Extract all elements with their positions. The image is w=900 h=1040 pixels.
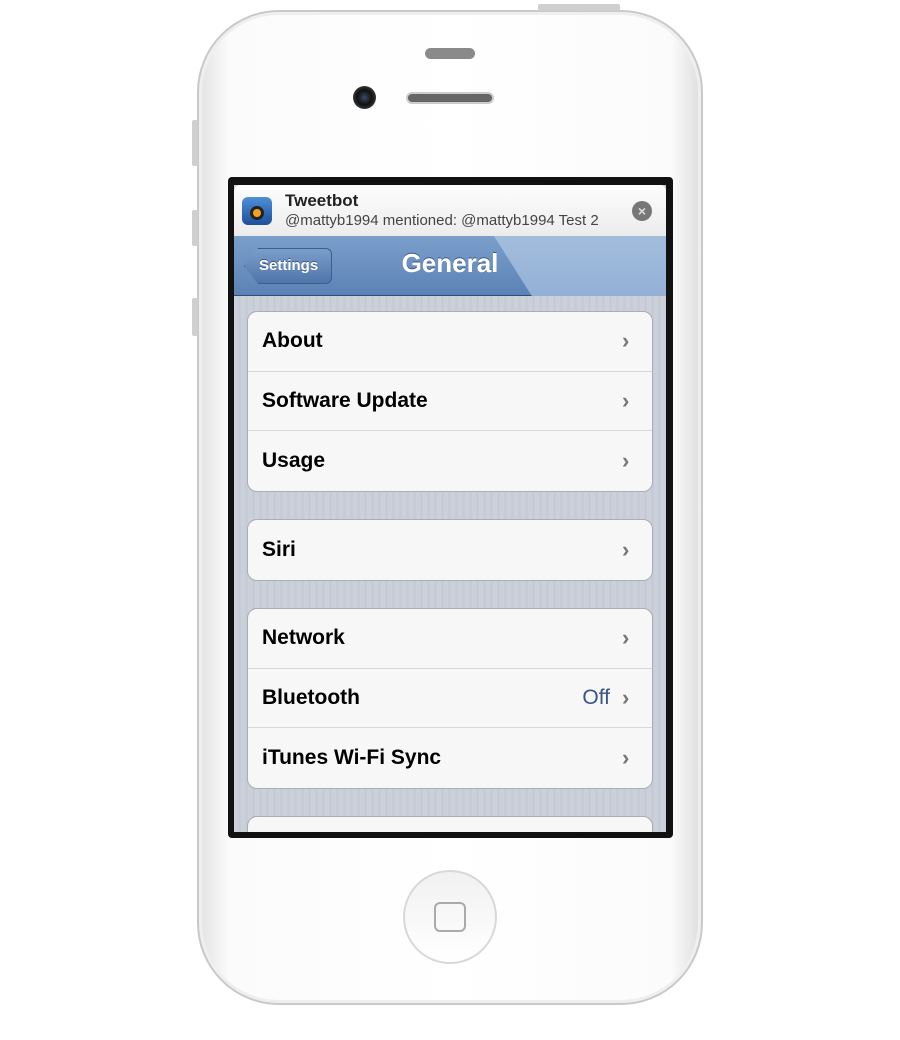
- row-label: Usage: [262, 448, 326, 472]
- settings-group-2: Siri ›: [247, 519, 653, 581]
- row-itunes-wifi-sync[interactable]: iTunes Wi-Fi Sync ›: [248, 728, 652, 788]
- chevron-right-icon: ›: [622, 625, 630, 651]
- volume-down-button[interactable]: [192, 298, 198, 336]
- row-label: Siri: [262, 537, 296, 561]
- row-label: Software Update: [262, 388, 428, 412]
- home-square-icon: [434, 902, 466, 932]
- row-label: iTunes Wi-Fi Sync: [262, 745, 442, 769]
- notification-title: Tweetbot: [285, 191, 359, 210]
- row-siri[interactable]: Siri ›: [248, 520, 652, 580]
- settings-group-3: Network › Bluetooth Off › iTunes Wi-Fi Sync…: [247, 608, 653, 789]
- row-label: Network: [262, 626, 345, 650]
- settings-group-1: About › Software Update › Usage ›: [247, 311, 653, 492]
- tweetbot-icon: [242, 197, 272, 225]
- mute-switch[interactable]: [192, 120, 198, 166]
- row-label: About: [262, 329, 323, 353]
- chevron-right-icon: ›: [622, 387, 630, 413]
- row-label: Bluetooth: [262, 685, 360, 709]
- chevron-right-icon: ›: [622, 328, 630, 354]
- row-usage[interactable]: Usage ›: [248, 431, 652, 491]
- row-software-update[interactable]: Software Update ›: [248, 372, 652, 431]
- chevron-right-icon: ›: [622, 536, 630, 562]
- back-button[interactable]: Settings: [244, 248, 332, 284]
- earpiece: [425, 48, 475, 59]
- chevron-right-icon: ›: [622, 447, 630, 473]
- settings-group-4-partial: [247, 816, 653, 832]
- close-icon[interactable]: ×: [632, 201, 652, 221]
- row-bluetooth[interactable]: Bluetooth Off ›: [248, 669, 652, 728]
- volume-up-button[interactable]: [192, 210, 198, 246]
- chevron-right-icon: ›: [622, 744, 630, 770]
- row-network[interactable]: Network ›: [248, 609, 652, 669]
- notification-message: @mattyb1994 mentioned: @mattyb1994 Test …: [285, 212, 599, 229]
- bluetooth-status: Off: [582, 685, 610, 709]
- power-button[interactable]: [538, 4, 620, 11]
- notification-banner[interactable]: Tweetbot @mattyb1994 mentioned: @mattyb1…: [234, 185, 666, 236]
- screen: Tweetbot @mattyb1994 mentioned: @mattyb1…: [234, 185, 666, 832]
- speaker-grille: [406, 92, 494, 104]
- row-about[interactable]: About ›: [248, 312, 652, 372]
- chevron-right-icon: ›: [622, 684, 630, 710]
- front-camera-icon: [353, 86, 376, 109]
